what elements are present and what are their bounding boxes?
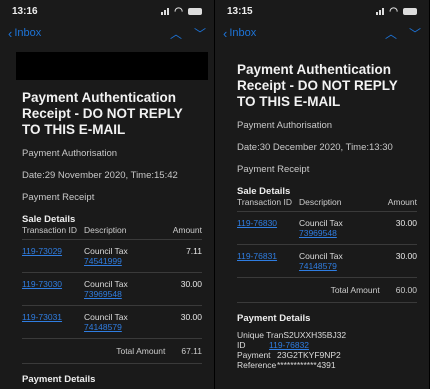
col-transaction-id: Transaction ID <box>237 197 292 207</box>
redacted-block <box>16 52 208 80</box>
status-time: 13:16 <box>12 5 38 17</box>
left-phone-screen: 13:16 ◠ ‹ Inbox ︿ ﹀ Payment Authenticati… <box>0 0 215 389</box>
row-amount: 30.00 <box>395 218 417 228</box>
row-amount: 30.00 <box>395 251 417 261</box>
col-amount: Amount <box>172 225 202 235</box>
receipt-label: Payment Receipt <box>22 192 95 203</box>
total-value: 60.00 <box>395 285 417 295</box>
row-description: Council Tax <box>84 312 128 322</box>
email-subject: Payment Authentication Receipt - DO NOT … <box>22 90 183 137</box>
row-amount: 7.11 <box>186 246 202 256</box>
previous-message-icon[interactable]: ︿ <box>170 25 182 42</box>
detail-key: Payment <box>237 350 271 360</box>
payment-detail-row: Unique Tran S2UXXH35BJ32 <box>237 330 417 340</box>
right-phone-screen: 13:15 ◠ ‹ Inbox ︿ ﹀ Payment Authenticati… <box>215 0 430 389</box>
next-message-icon[interactable]: ﹀ <box>194 25 206 42</box>
total-value: 67.11 <box>181 346 202 356</box>
status-time: 13:15 <box>227 5 253 17</box>
table-row: 119-76830 Council Tax 73969548 30.00 <box>237 212 417 245</box>
signal-icon <box>376 7 385 15</box>
reference-link[interactable]: 73969548 <box>299 228 337 238</box>
detail-key: Reference <box>237 360 277 370</box>
transaction-id-link[interactable]: 119-73031 <box>22 312 84 332</box>
mail-nav-bar: ‹ Inbox ︿ ﹀ <box>215 22 429 44</box>
date-line: Date:30 December 2020, Time:13:30 <box>237 142 393 153</box>
reference-link[interactable]: 74148579 <box>299 261 337 271</box>
row-amount: 30.00 <box>180 279 202 289</box>
table-header: Transaction ID Description Amount <box>237 197 417 212</box>
battery-icon <box>188 7 202 15</box>
auth-label: Payment Authorisation <box>237 120 333 131</box>
detail-key: Unique Tran <box>237 330 284 340</box>
date-line: Date:29 November 2020, Time:15:42 <box>22 170 178 181</box>
total-row: Total Amount 60.00 <box>237 278 417 303</box>
mail-nav-bar: ‹ Inbox ︿ ﹀ <box>0 22 214 44</box>
sale-details-title: Sale Details <box>237 186 291 197</box>
previous-message-icon[interactable]: ︿ <box>385 25 397 42</box>
total-label: Total Amount <box>330 285 380 295</box>
back-button[interactable]: ‹ Inbox <box>8 26 41 41</box>
chevron-left-icon: ‹ <box>8 25 13 41</box>
table-row: 119-73031 Council Tax 74148579 30.00 <box>22 306 202 339</box>
total-row: Total Amount 67.11 <box>22 339 202 364</box>
next-message-icon[interactable]: ﹀ <box>409 25 421 42</box>
detail-key: ID <box>237 340 246 350</box>
transaction-id-link[interactable]: 119-76830 <box>237 218 299 238</box>
col-transaction-id: Transaction ID <box>22 225 77 235</box>
wifi-icon: ◠ <box>174 5 183 17</box>
chevron-left-icon: ‹ <box>223 25 228 41</box>
reference-link[interactable]: 73969548 <box>84 289 122 299</box>
table-row: 119-73029 Council Tax 74541999 7.11 <box>22 240 202 273</box>
row-description: Council Tax <box>84 279 128 289</box>
payment-detail-row: Payment 23G2TKYF9NP2 <box>237 350 417 360</box>
payment-detail-row: Reference ************4391 <box>237 360 417 370</box>
table-row: 119-76831 Council Tax 74148579 30.00 <box>237 245 417 278</box>
status-bar: 13:15 ◠ <box>215 0 429 22</box>
detail-value: 23G2TKYF9NP2 <box>277 350 341 360</box>
table-row: 119-73030 Council Tax 73969548 30.00 <box>22 273 202 306</box>
back-label: Inbox <box>14 27 42 39</box>
total-label: Total Amount <box>116 346 166 356</box>
col-description: Description <box>84 225 127 235</box>
transaction-id-link[interactable]: 119-76831 <box>237 251 299 271</box>
row-amount: 30.00 <box>180 312 202 322</box>
status-bar: 13:16 ◠ <box>0 0 214 22</box>
reference-link[interactable]: 74541999 <box>84 256 122 266</box>
back-button[interactable]: ‹ Inbox <box>223 26 256 41</box>
wifi-icon: ◠ <box>389 5 398 17</box>
auth-label: Payment Authorisation <box>22 148 118 159</box>
receipt-label: Payment Receipt <box>237 164 310 175</box>
transaction-id-link[interactable]: 119-73029 <box>22 246 84 266</box>
transaction-id-link[interactable]: 119-73030 <box>22 279 84 299</box>
email-subject: Payment Authentication Receipt - DO NOT … <box>237 62 398 109</box>
sale-details-title: Sale Details <box>22 214 76 225</box>
col-description: Description <box>299 197 342 207</box>
detail-value: S2UXXH35BJ32 <box>283 330 347 340</box>
row-description: Council Tax <box>84 246 128 256</box>
back-label: Inbox <box>229 27 257 39</box>
detail-value: ************4391 <box>277 360 336 370</box>
payment-details-title: Payment Details <box>237 313 311 324</box>
battery-icon <box>403 7 417 15</box>
col-amount: Amount <box>387 197 417 207</box>
payment-details-title: Payment Details <box>22 374 96 385</box>
detail-value-link[interactable]: 119-76832 <box>269 340 309 350</box>
signal-icon <box>161 7 170 15</box>
payment-detail-row: ID 119-76832 <box>237 340 417 350</box>
table-header: Transaction ID Description Amount <box>22 225 202 240</box>
row-description: Council Tax <box>299 218 343 228</box>
row-description: Council Tax <box>299 251 343 261</box>
reference-link[interactable]: 74148579 <box>84 322 122 332</box>
